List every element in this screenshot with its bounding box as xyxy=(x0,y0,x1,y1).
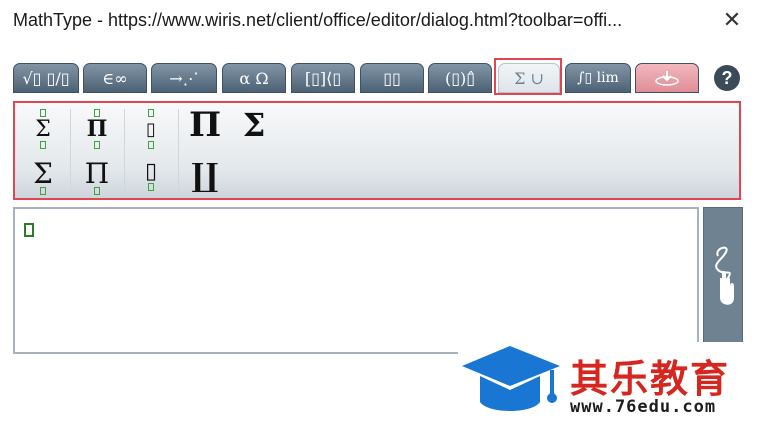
sum-big-icon: Σ xyxy=(242,106,266,144)
tab-contextual[interactable] xyxy=(635,63,699,93)
product-over-under-icon: Π xyxy=(86,116,108,142)
active-tab-highlight xyxy=(494,58,562,95)
title-bar: MathType - https://www.wiris.net/client/… xyxy=(0,0,757,44)
tab-calculus[interactable]: ∫▯ lim xyxy=(565,63,631,93)
placeholder-icon xyxy=(40,141,46,149)
watermark-url: www.76edu.com xyxy=(570,397,717,417)
panel-divider xyxy=(178,109,179,195)
sum-big-button[interactable]: Σ xyxy=(234,105,274,145)
product-big-icon: Π xyxy=(188,105,222,145)
sum-under-icon: Σ xyxy=(33,156,53,190)
product-under-button[interactable]: Π xyxy=(77,153,117,195)
tab-radicals-fractions[interactable]: √▯ ▯/▯ xyxy=(13,63,79,93)
generic-operator-under-button[interactable]: ▯ xyxy=(131,151,171,191)
tab-matrices[interactable]: [▯]⟨▯ xyxy=(291,63,355,93)
generic-operator-over-under-icon: ▯ xyxy=(146,118,156,140)
sum-under-button[interactable]: Σ xyxy=(23,153,63,195)
window-title: MathType - https://www.wiris.net/client/… xyxy=(13,10,623,30)
panel-divider xyxy=(70,109,71,195)
sum-over-under-button[interactable]: Σ xyxy=(23,109,63,149)
generic-operator-under-icon: ▯ xyxy=(144,158,158,184)
toolbar-tabs: √▯ ▯/▯ ∈∞ →⋰ α Ω [▯]⟨▯ ▯▯ (▯)▯̂ Σ ∪ ∫▯ l… xyxy=(13,63,743,94)
close-icon[interactable]: ✕ xyxy=(718,6,746,34)
tab-symbols[interactable]: ∈∞ xyxy=(83,63,147,93)
placeholder-icon xyxy=(94,109,100,117)
generic-operator-over-under-button[interactable]: ▯ xyxy=(131,109,171,149)
placeholder-icon xyxy=(148,183,154,191)
product-over-under-button[interactable]: Π xyxy=(77,109,117,149)
watermark: 其乐教育 www.76edu.com xyxy=(458,342,757,422)
placeholder-icon xyxy=(40,187,46,195)
coproduct-big-button[interactable]: ∐ xyxy=(185,155,225,195)
panel-divider xyxy=(124,109,125,195)
placeholder-icon xyxy=(148,141,154,149)
product-big-button[interactable]: Π xyxy=(185,105,225,145)
placeholder-icon xyxy=(94,141,100,149)
watermark-text: 其乐教育 xyxy=(570,357,731,401)
tab-arrows[interactable]: →⋰ xyxy=(151,63,217,93)
help-icon[interactable]: ? xyxy=(714,65,740,91)
formula-editor-area[interactable] xyxy=(13,207,699,354)
sum-over-under-icon: Σ xyxy=(35,116,51,142)
placeholder-icon xyxy=(148,109,154,117)
placeholder-icon xyxy=(40,109,46,117)
contextual-icon xyxy=(655,71,679,86)
big-operators-panel: Σ Π ▯ Π Σ Σ Π ▯ ∐ xyxy=(13,101,741,200)
tab-brackets-accents[interactable]: (▯)▯̂ xyxy=(428,63,492,93)
graduation-cap-icon xyxy=(462,346,560,411)
tab-greek[interactable]: α Ω xyxy=(222,63,286,93)
tab-scripts[interactable]: ▯▯ xyxy=(360,63,424,93)
handwriting-button[interactable] xyxy=(703,207,743,354)
coproduct-big-icon: ∐ xyxy=(191,156,219,194)
input-placeholder[interactable] xyxy=(24,223,34,237)
placeholder-icon xyxy=(94,187,100,195)
product-under-icon: Π xyxy=(84,156,110,190)
hand-writing-icon xyxy=(715,246,734,305)
